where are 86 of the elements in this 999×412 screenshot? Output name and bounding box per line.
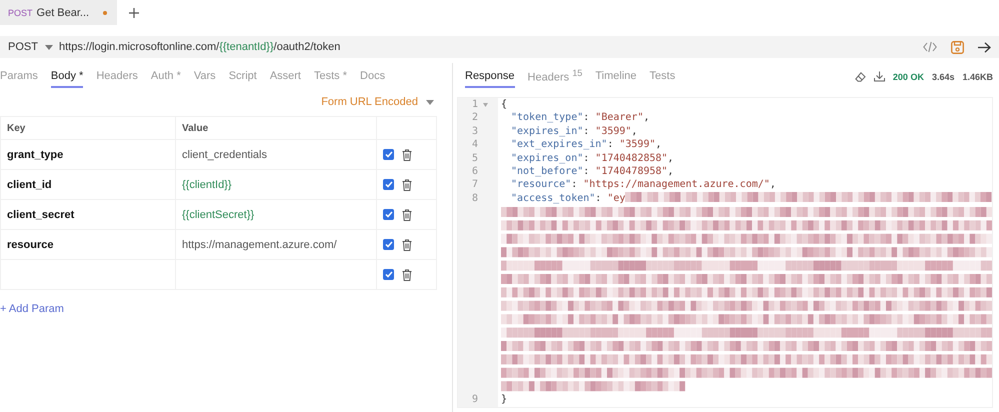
- response-panel-tab[interactable]: Tests: [650, 66, 676, 88]
- json-key: "token_type": [501, 111, 584, 125]
- json-punctuation: ,: [668, 165, 674, 178]
- param-value[interactable]: {{clientId}}: [182, 178, 232, 190]
- json-punctuation: }: [501, 393, 508, 407]
- trash-icon[interactable]: [402, 268, 412, 281]
- body-mode-dropdown[interactable]: Form URL Encoded: [321, 96, 418, 108]
- json-punctuation: ,: [631, 124, 638, 138]
- response-panel-tab[interactable]: Headers $^{15}$: [528, 64, 582, 90]
- line-number: 7: [472, 178, 478, 192]
- response-size: 1.46KB: [962, 72, 993, 82]
- json-string: "1740482858": [595, 152, 668, 166]
- enable-checkbox[interactable]: [383, 239, 394, 250]
- json-punctuation: {: [501, 98, 508, 112]
- request-panel-tab[interactable]: Body *: [50, 66, 84, 88]
- caret-icon[interactable]: [45, 44, 53, 50]
- json-string: "3599": [619, 138, 656, 152]
- json-punctuation: ,: [770, 178, 776, 192]
- json-punctuation: :: [595, 192, 602, 206]
- json-key: "ext_expires_in": [501, 138, 608, 152]
- trash-icon[interactable]: [402, 148, 412, 161]
- line-number: 1: [472, 98, 478, 112]
- json-punctuation: :: [583, 124, 590, 138]
- json-string: "ey: [607, 192, 626, 206]
- param-value[interactable]: {{clientSecret}}: [182, 208, 254, 220]
- code-icon[interactable]: [923, 41, 937, 53]
- enable-checkbox[interactable]: [383, 209, 394, 220]
- caret-icon[interactable]: [426, 100, 434, 104]
- param-value[interactable]: client_credentials: [182, 148, 267, 160]
- method-selector[interactable]: POST: [8, 41, 42, 53]
- json-string: "https://management.azure.com/": [583, 178, 770, 192]
- json-punctuation: :: [583, 111, 590, 125]
- json-key: "expires_in": [501, 124, 584, 138]
- line-number: 2: [472, 111, 478, 125]
- line-number: 4: [472, 138, 478, 152]
- eraser-icon[interactable]: [854, 72, 866, 82]
- send-arrow-icon[interactable]: [978, 42, 991, 52]
- url-field[interactable]: https://login.microsoftonline.com/{{tenantId}}/oauth2/token: [59, 41, 340, 53]
- request-tab[interactable]: POST Get Bear...: [0, 0, 118, 25]
- trash-icon[interactable]: [402, 208, 412, 221]
- request-panel-tab[interactable]: Vars: [194, 66, 216, 88]
- request-panel-tab[interactable]: Tests *: [314, 66, 348, 88]
- line-number: 5: [472, 152, 478, 166]
- enable-checkbox[interactable]: [383, 179, 394, 190]
- line-number: 6: [472, 165, 478, 178]
- json-punctuation: :: [583, 165, 590, 178]
- line-number: 3: [472, 124, 478, 138]
- param-key[interactable]: client_secret: [7, 208, 74, 220]
- json-punctuation: :: [607, 138, 614, 152]
- json-key: "not_before": [501, 165, 584, 178]
- param-key[interactable]: grant_type: [7, 148, 64, 160]
- request-panel-tab[interactable]: Params: [0, 66, 38, 88]
- status-code: 200 OK: [892, 72, 924, 82]
- json-punctuation: ,: [668, 152, 674, 166]
- add-param-link[interactable]: + Add Param: [0, 303, 64, 315]
- json-punctuation: :: [571, 178, 578, 192]
- save-icon[interactable]: [951, 40, 964, 54]
- add-tab-icon[interactable]: [129, 8, 140, 18]
- json-punctuation: ,: [643, 111, 650, 125]
- request-panel-tab[interactable]: Assert: [270, 66, 301, 88]
- request-panel-tab[interactable]: Headers: [96, 66, 138, 88]
- json-string: "3599": [595, 124, 632, 138]
- download-icon[interactable]: [874, 71, 885, 82]
- response-time: 3.64s: [932, 72, 954, 82]
- json-key: "expires_on": [501, 152, 584, 166]
- request-panel-tab[interactable]: Auth *: [150, 66, 181, 88]
- param-key[interactable]: client_id: [7, 178, 52, 190]
- request-panel-tab[interactable]: Script: [228, 66, 257, 88]
- json-key: "access_token": [501, 192, 596, 206]
- param-key[interactable]: resource: [7, 238, 54, 250]
- line-number: 9: [472, 393, 478, 407]
- trash-icon[interactable]: [402, 238, 412, 251]
- json-punctuation: ,: [656, 138, 662, 152]
- line-number: 8: [472, 192, 478, 206]
- json-string: "Bearer": [595, 111, 644, 125]
- json-string: "1740478958": [595, 165, 668, 178]
- response-panel-tab[interactable]: Timeline: [595, 66, 637, 88]
- column-header: Value: [176, 116, 376, 140]
- column-header: Key: [0, 116, 176, 140]
- json-key: "resource": [501, 178, 572, 192]
- request-panel-tab[interactable]: Docs: [360, 66, 386, 88]
- trash-icon[interactable]: [402, 178, 412, 191]
- enable-checkbox[interactable]: [383, 269, 394, 280]
- response-panel-tab[interactable]: Response: [465, 66, 515, 88]
- json-punctuation: :: [583, 152, 590, 166]
- enable-checkbox[interactable]: [383, 149, 394, 160]
